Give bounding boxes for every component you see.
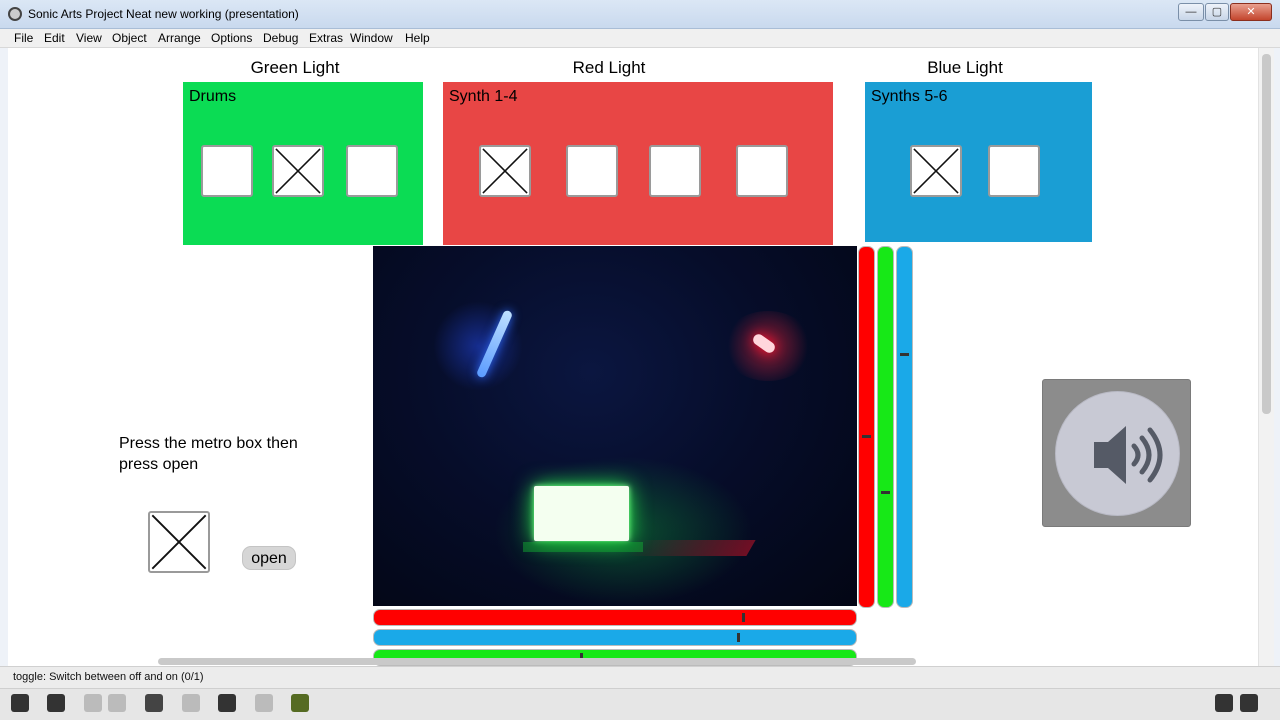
menu-options[interactable]: Options <box>211 31 252 45</box>
open-button[interactable]: open <box>242 546 296 570</box>
drums-toggle-1[interactable] <box>201 145 253 197</box>
new-object-icon[interactable] <box>84 694 102 712</box>
synth-toggle-6[interactable] <box>988 145 1040 197</box>
status-text: toggle: Switch between off and on (0/1) <box>13 671 204 683</box>
blue-vertical-slider[interactable] <box>896 246 913 608</box>
blue-horizontal-slider[interactable] <box>373 629 857 646</box>
vertical-scrollbar[interactable] <box>1258 48 1274 666</box>
slider-knob[interactable] <box>742 613 745 622</box>
delete-icon[interactable] <box>108 694 126 712</box>
grid-icon[interactable] <box>255 694 273 712</box>
menu-arrange[interactable]: Arrange <box>158 31 201 45</box>
menu-bar: File Edit View Object Arrange Options De… <box>0 29 1280 48</box>
horizontal-scrollbar[interactable] <box>158 658 916 665</box>
bottom-toolbar <box>0 688 1280 720</box>
window-title: Sonic Arts Project Neat new working (pre… <box>28 7 299 21</box>
maximize-button[interactable]: ▢ <box>1205 3 1229 21</box>
app-icon <box>8 7 22 21</box>
instructions-text: Press the metro box then press open <box>119 435 298 473</box>
panel-toggle-icon[interactable] <box>1240 694 1258 712</box>
red-light-heading: Red Light <box>572 58 646 77</box>
synth-toggle-3[interactable] <box>649 145 701 197</box>
clue-icon[interactable] <box>291 694 309 712</box>
menu-object[interactable]: Object <box>112 31 147 45</box>
slider-knob[interactable] <box>737 633 740 642</box>
menu-debug[interactable]: Debug <box>263 31 298 45</box>
blue-light-heading: Blue Light <box>927 58 1003 77</box>
drums-panel: Drums <box>183 82 423 245</box>
synth-1-4-panel: Synth 1-4 <box>443 82 833 245</box>
debug-icon[interactable] <box>145 694 163 712</box>
inspector-icon[interactable] <box>218 694 236 712</box>
slider-knob[interactable] <box>900 353 909 356</box>
close-button[interactable]: ✕ <box>1230 3 1272 21</box>
synth-1-4-label: Synth 1-4 <box>449 88 518 105</box>
drums-toggle-3[interactable] <box>346 145 398 197</box>
speaker-icon <box>1055 391 1180 516</box>
synths-5-6-panel: Synths 5-6 <box>865 82 1092 242</box>
audio-toggle-button[interactable] <box>1042 379 1191 527</box>
synth-toggle-2[interactable] <box>566 145 618 197</box>
status-bar: toggle: Switch between off and on (0/1) <box>0 666 1280 688</box>
sidebar-toggle-icon[interactable] <box>1215 694 1233 712</box>
red-vertical-slider[interactable] <box>858 246 875 608</box>
menu-view[interactable]: View <box>76 31 102 45</box>
scroll-thumb[interactable] <box>1262 54 1271 414</box>
title-bar: Sonic Arts Project Neat new working (pre… <box>0 0 1280 29</box>
drums-toggle-2[interactable] <box>272 145 324 197</box>
synth-toggle-5[interactable] <box>910 145 962 197</box>
menu-extras[interactable]: Extras <box>309 31 343 45</box>
red-horizontal-slider[interactable] <box>373 609 857 626</box>
synth-toggle-4[interactable] <box>736 145 788 197</box>
synth-toggle-1[interactable] <box>479 145 531 197</box>
lock-icon[interactable] <box>11 694 29 712</box>
menu-window[interactable]: Window <box>350 31 393 45</box>
menu-file[interactable]: File <box>14 31 33 45</box>
drums-label: Drums <box>189 88 237 105</box>
presentation-icon[interactable] <box>47 694 65 712</box>
synths-5-6-label: Synths 5-6 <box>871 88 948 105</box>
green-vertical-slider[interactable] <box>877 246 894 608</box>
metro-toggle[interactable] <box>148 511 210 573</box>
slider-knob[interactable] <box>881 491 890 494</box>
menu-help[interactable]: Help <box>405 31 430 45</box>
minimize-button[interactable]: — <box>1178 3 1204 21</box>
slider-knob[interactable] <box>862 435 871 438</box>
app-window: Sonic Arts Project Neat new working (pre… <box>0 0 1280 720</box>
patcher-canvas: Green Light Red Light Blue Light Drums S… <box>8 48 1258 666</box>
menu-edit[interactable]: Edit <box>44 31 65 45</box>
green-light-heading: Green Light <box>250 58 340 77</box>
video-feed <box>373 246 857 606</box>
info-icon[interactable] <box>182 694 200 712</box>
